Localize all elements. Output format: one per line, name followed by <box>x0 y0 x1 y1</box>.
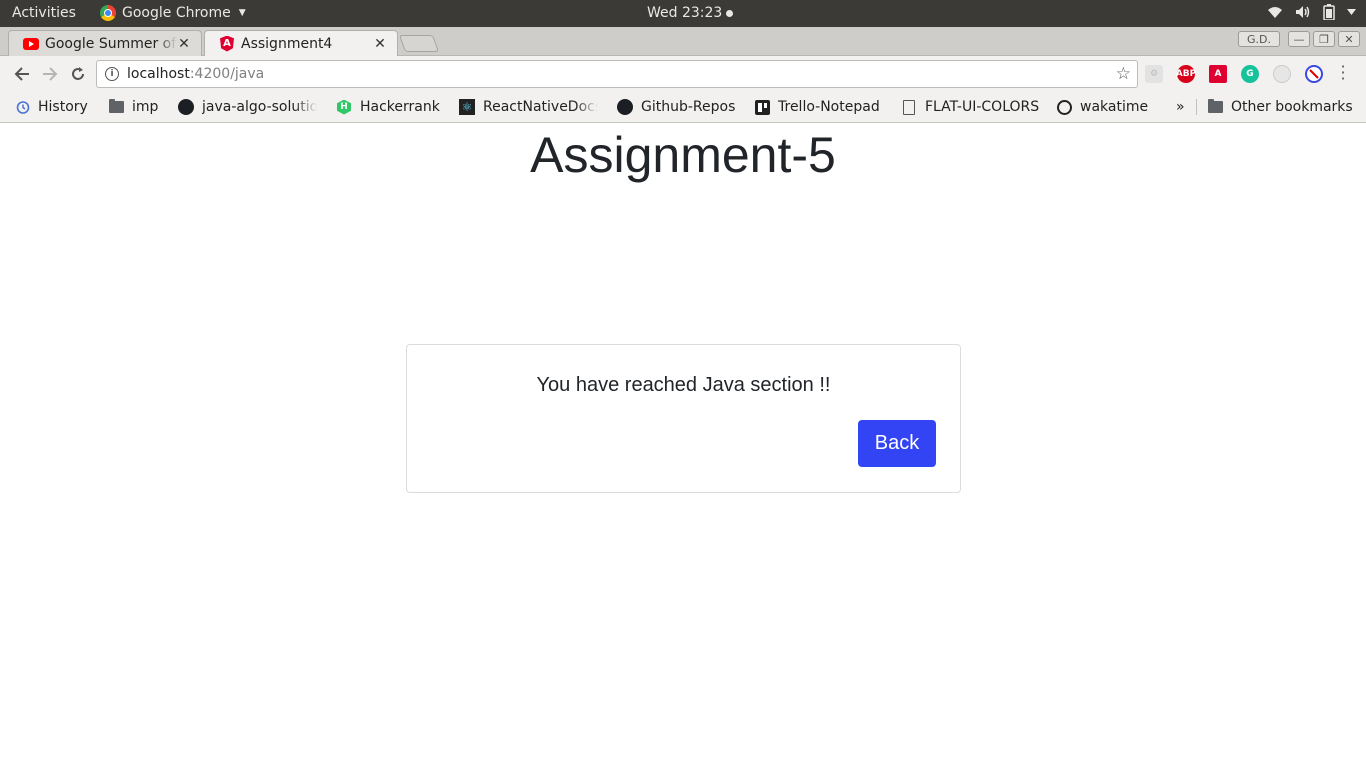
bookmark-label: History <box>38 99 88 115</box>
bookmark-label: FLAT-UI-COLORS <box>925 99 1040 115</box>
bookmarks-divider <box>1196 99 1197 115</box>
bookmark-java-algo-solutions[interactable]: java-algo-solutions <box>178 97 318 117</box>
new-tab-button[interactable] <box>398 35 440 52</box>
tab-title: Assignment4 <box>241 35 333 52</box>
disabled-extension-icon[interactable] <box>1273 65 1291 83</box>
bookmark-other-bookmarks[interactable]: Other bookmarks <box>1207 97 1353 117</box>
bookmark-label: wakatime <box>1080 99 1149 115</box>
block-extension-icon[interactable] <box>1305 65 1323 83</box>
restore-window-icon[interactable]: ❐ <box>1313 31 1335 47</box>
trello-icon <box>754 99 770 115</box>
page-title: Assignment-5 <box>530 127 836 183</box>
history-icon <box>14 99 30 115</box>
app-menu[interactable]: Google Chrome ▼ <box>100 5 246 21</box>
angular-favicon-icon: A <box>219 35 235 52</box>
github-icon <box>178 99 194 115</box>
tab-title: Google Summer of Code <box>45 35 177 52</box>
url-path: :4200/java <box>189 66 265 82</box>
site-info-icon[interactable]: i <box>105 67 119 81</box>
bookmark-github-repos[interactable]: Github-Repos <box>617 97 735 117</box>
reload-icon[interactable] <box>67 63 89 85</box>
card-message: You have reached Java section !! <box>536 374 831 396</box>
angular-extension-icon[interactable]: A <box>1209 65 1227 83</box>
tab-google-summer-of-code[interactable]: Google Summer of Code ✕ <box>8 30 202 56</box>
page-content: Assignment-5 You have reached Java secti… <box>0 124 1366 768</box>
bookmark-trello-notepad[interactable]: Trello-Notepad <box>754 97 880 117</box>
minimize-window-icon[interactable]: — <box>1288 31 1310 47</box>
wifi-icon <box>1268 7 1282 18</box>
bookmark-react-native-docs[interactable]: ⚛ ReactNativeDocs <box>459 97 599 117</box>
grammarly-extension-icon[interactable]: G <box>1241 65 1259 83</box>
power-menu-caret-icon <box>1347 9 1356 15</box>
app-menu-label: Google Chrome <box>122 5 231 21</box>
bookmark-hackerrank[interactable]: H Hackerrank <box>336 97 440 117</box>
chrome-logo-icon <box>100 5 116 21</box>
back-arrow-icon[interactable] <box>11 63 33 85</box>
folder-icon <box>108 99 124 115</box>
clock-label: Wed 23:23 <box>647 5 723 21</box>
youtube-favicon-icon <box>23 36 39 52</box>
bookmark-label: Github-Repos <box>641 99 736 115</box>
tab-strip: Google Summer of Code ✕ A Assignment4 ✕ … <box>0 27 1366 56</box>
hackerrank-icon: H <box>336 99 352 115</box>
bookmark-label: Other bookmarks <box>1231 99 1353 115</box>
tab-assignment4[interactable]: A Assignment4 ✕ <box>204 30 398 56</box>
bookmark-label: Hackerrank <box>360 99 440 115</box>
forward-arrow-icon[interactable] <box>39 63 61 85</box>
close-tab-icon[interactable]: ✕ <box>373 36 387 52</box>
bookmark-star-icon[interactable]: ☆ <box>1116 64 1131 84</box>
back-button[interactable]: Back <box>858 420 936 467</box>
react-icon: ⚛ <box>459 99 475 115</box>
bookmarks-bar: History imp java-algo-solutions H Hacker… <box>0 92 1366 123</box>
system-top-panel: Activities Google Chrome ▼ Wed 23:23 <box>0 0 1366 27</box>
bookmark-imp[interactable]: imp <box>108 97 158 117</box>
address-bar[interactable]: i localhost:4200/java ☆ <box>96 60 1138 88</box>
caret-down-icon: ▼ <box>238 8 246 18</box>
notification-dot-icon <box>726 9 734 17</box>
folder-icon <box>1207 99 1223 115</box>
bookmark-flat-ui-colors[interactable]: FLAT-UI-COLORS <box>901 97 1039 117</box>
battery-icon <box>1323 4 1335 20</box>
page-icon <box>901 99 917 115</box>
profile-button[interactable]: G.D. <box>1238 31 1280 47</box>
abp-extension-icon[interactable]: ABP <box>1176 65 1196 83</box>
window-controls: G.D. — ❐ ✕ <box>1238 31 1360 47</box>
bookmark-wakatime[interactable]: wakatime <box>1056 97 1148 117</box>
extension-placeholder-icon[interactable]: ⚙ <box>1145 65 1163 83</box>
close-window-icon[interactable]: ✕ <box>1338 31 1360 47</box>
bookmark-label: java-algo-solutions <box>202 99 317 115</box>
bookmark-label: imp <box>132 99 159 115</box>
volume-icon <box>1296 6 1310 18</box>
close-tab-icon[interactable]: ✕ <box>177 36 191 52</box>
github-icon <box>617 99 633 115</box>
bookmark-label: Trello-Notepad <box>778 99 880 115</box>
wakatime-icon <box>1056 99 1072 115</box>
message-card: You have reached Java section !! Back <box>406 344 961 493</box>
browser-toolbar: i localhost:4200/java ☆ ⚙ ABP A G · · · <box>0 56 1366 92</box>
chrome-menu-icon[interactable]: · · · <box>1336 59 1350 87</box>
bookmark-label: ReactNativeDocs <box>483 99 598 115</box>
system-tray[interactable] <box>1267 4 1356 20</box>
clock[interactable]: Wed 23:23 <box>647 5 734 21</box>
bookmarks-overflow-button[interactable]: » <box>1176 97 1185 117</box>
bookmark-history[interactable]: History <box>14 97 88 117</box>
url-host: localhost <box>127 66 190 82</box>
activities-button[interactable]: Activities <box>12 5 76 21</box>
